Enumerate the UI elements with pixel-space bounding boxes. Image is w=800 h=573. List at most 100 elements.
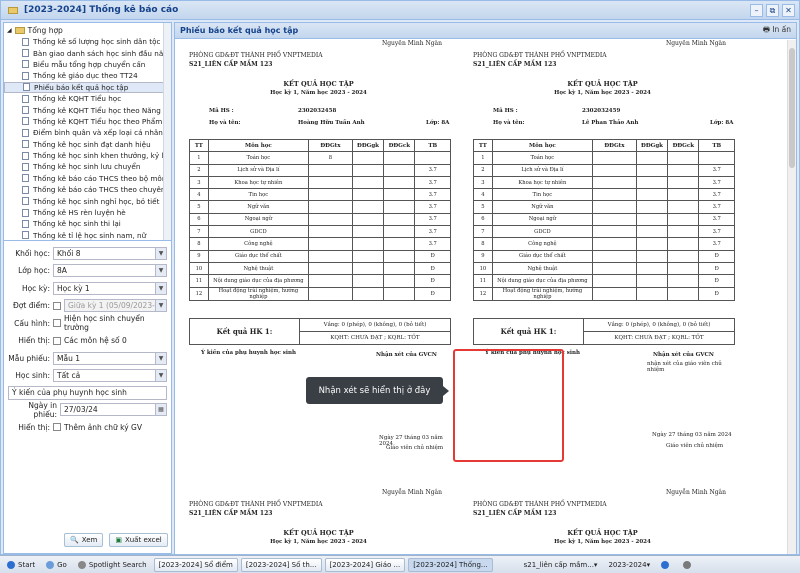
- print-date-input[interactable]: 27/03/24 ▦: [60, 403, 167, 416]
- tree-item[interactable]: Thống kê giáo dục theo TT24: [4, 70, 171, 81]
- tb-score: 3.7: [414, 212, 451, 227]
- spotlight-button[interactable]: Spotlight Search: [74, 558, 151, 572]
- tree-item[interactable]: Thống kê tỉ lệ học sinh nam, nữ: [4, 230, 171, 240]
- tree-item[interactable]: Thống kê học sinh đạt danh hiệu: [4, 139, 171, 150]
- report-subtitle: Học kỳ 1, Năm học 2023 - 2024: [270, 90, 367, 96]
- org-name: PHÒNG GD&ĐT THÀNH PHỐ VNPTMEDIA: [473, 52, 607, 59]
- parent-opinion-label: Ý kiến của phụ huynh học sinh: [201, 350, 296, 356]
- taskbar: Start Go Spotlight Search [2023-2024] Sổ…: [0, 555, 800, 573]
- lop-select[interactable]: 8A ▼: [53, 264, 167, 277]
- table-row: 4 Tin học 3.7: [473, 188, 735, 202]
- tree-root[interactable]: ◢ Tổng hợp: [4, 25, 171, 36]
- export-excel-button[interactable]: ▣ Xuất excel: [109, 533, 168, 547]
- signer-name: Nguyễn Minh Ngân: [381, 40, 442, 47]
- chevron-down-icon[interactable]: ▼: [155, 282, 166, 294]
- signer-name: Nguyễn Minh Ngân: [381, 489, 442, 496]
- chevron-down-icon[interactable]: ▼: [155, 370, 166, 381]
- task-giao[interactable]: [2023-2024] Giáo ...: [324, 557, 406, 572]
- parent-opinion-input[interactable]: Ý kiến của phụ huynh học sinh: [8, 385, 167, 400]
- signature-checkbox[interactable]: [53, 423, 61, 431]
- preview-scrollbar[interactable]: [787, 40, 796, 554]
- chevron-down-icon[interactable]: ▼: [155, 247, 166, 259]
- result-summary: Kết quả HK 1: Vắng: 0 (phép), 0 (không), …: [189, 318, 451, 345]
- print-button[interactable]: 🖶 In ấn: [763, 24, 791, 37]
- restore-icon[interactable]: ⧉: [766, 3, 779, 17]
- tree-item[interactable]: Thống kê KQHT Tiểu học theo Phẩm c...: [4, 116, 171, 127]
- go-button[interactable]: Go: [42, 558, 71, 572]
- school-selector[interactable]: s21_liên cấp mầm... ▾: [520, 558, 602, 572]
- student-name: Lê Phan Thảo Anh: [582, 120, 639, 126]
- dotdiem-checkbox[interactable]: [53, 301, 61, 310]
- task-soth[interactable]: [2023-2024] Số th...: [240, 557, 322, 572]
- tree-item[interactable]: Phiếu báo kết quả học tập: [4, 81, 171, 93]
- table-row: 12 Hoạt động trải nghiệm, hướng nghiệp Đ: [189, 286, 451, 301]
- grades-header: ĐĐGck: [667, 138, 700, 153]
- tree-item[interactable]: Thống kê báo cáo THCS theo bộ môn: [4, 173, 171, 184]
- table-row: 8 Công nghệ 3.7: [189, 237, 451, 251]
- table-row: 12 Hoạt động trải nghiệm, hướng nghiệp Đ: [473, 286, 735, 301]
- year-selector[interactable]: 2023-2024 ▾: [604, 558, 654, 572]
- org-name: PHÒNG GD&ĐT THÀNH PHỐ VNPTMEDIA: [189, 52, 323, 59]
- tree-item[interactable]: Thống kê KQHT Tiểu học: [4, 93, 171, 104]
- tree-item[interactable]: Thống kê học sinh lưu chuyển: [4, 161, 171, 172]
- subject-name: Công nghệ: [491, 237, 594, 251]
- teacher-label: Giáo viên chủ nhiệm: [666, 443, 724, 449]
- grades-header: ĐĐGgk: [351, 138, 385, 153]
- table-row: 3 Khoa học tự nhiên 3.7: [189, 175, 451, 190]
- printer-icon: 🖶: [762, 25, 770, 34]
- gvcn-comment-placeholder: nhận xét của giáo viên chủ nhiệm: [647, 361, 722, 373]
- khoi-select[interactable]: Khối 8 ▼: [53, 246, 167, 260]
- view-button[interactable]: 🔍 Xem: [64, 533, 104, 547]
- tb-score: Đ: [414, 286, 451, 301]
- tree-item[interactable]: Thống kê học sinh thi lại: [4, 218, 171, 229]
- close-icon[interactable]: ✕: [782, 3, 795, 17]
- table-row: 1 Toán học: [473, 151, 735, 165]
- tree-item[interactable]: Thống kê số lượng học sinh dân tộc: [4, 36, 171, 47]
- transfer-checkbox-label: Hiện học sinh chuyển trường: [64, 314, 145, 332]
- chevron-down-icon[interactable]: ▼: [155, 300, 166, 311]
- mahs-value: 2302032459: [582, 108, 621, 114]
- khoi-label: Khối học:: [15, 248, 50, 258]
- chevron-down-icon[interactable]: ▼: [155, 265, 166, 276]
- transfer-checkbox[interactable]: [53, 319, 61, 327]
- table-row: 5 Ngữ văn 3.7: [189, 200, 451, 214]
- task-thongke[interactable]: [2023-2024] Thống...: [408, 557, 493, 572]
- user-icon[interactable]: [679, 558, 698, 572]
- report-subtitle: Học kỳ 1, Năm học 2023 - 2024: [554, 90, 651, 96]
- tb-score: 3.7: [414, 188, 451, 202]
- grades-header: Môn học: [207, 138, 310, 153]
- report-tree: ◢ Tổng hợp Thống kê số lượng học sinh dân…: [4, 23, 171, 241]
- signature-checkbox-label: Thêm ảnh chữ ký GV: [64, 422, 142, 432]
- hocsinh-select[interactable]: Tất cả ▼: [53, 369, 167, 382]
- tree-item[interactable]: Thống kê HS rèn luyện hè: [4, 207, 171, 218]
- calendar-icon[interactable]: ▦: [155, 404, 166, 415]
- info-icon[interactable]: [657, 558, 676, 572]
- dotdiem-select[interactable]: Giữa kỳ 1 (05/09/2023->1 ▼: [64, 299, 167, 312]
- date-text: Ngày 27 tháng 03 năm 2024: [652, 432, 732, 438]
- start-button[interactable]: Start: [3, 558, 39, 572]
- tree-item[interactable]: Thống kê KQHT Tiểu học theo Năng lực: [4, 104, 171, 115]
- task-sodiem[interactable]: [2023-2024] Sổ điểm: [153, 557, 238, 572]
- coef0-checkbox[interactable]: [53, 336, 61, 345]
- left-panel: ◢ Tổng hợp Thống kê số lượng học sinh dân…: [3, 22, 172, 554]
- tree-item[interactable]: Bàn giao danh sách học sinh đầu năm: [4, 47, 171, 58]
- tb-score: Đ: [698, 286, 735, 301]
- tree-item[interactable]: Thống kê học sinh nghỉ học, bỏ tiết: [4, 195, 171, 206]
- school-name: S21_LIÊN CẤP MẦM 123: [473, 61, 557, 68]
- tree-item[interactable]: Thống kê học sinh khen thưởng, kỷ luật: [4, 150, 171, 161]
- hocky-select[interactable]: Học kỳ 1 ▼: [53, 281, 167, 295]
- maupieu-select[interactable]: Mẫu 1 ▼: [53, 351, 167, 365]
- tree-scrollbar[interactable]: [163, 23, 171, 240]
- minimize-icon[interactable]: –: [750, 3, 763, 17]
- document-icon: [22, 71, 29, 80]
- tree-item[interactable]: Biểu mẫu tổng hợp chuyển cấn: [4, 59, 171, 70]
- grades-header: TB: [698, 138, 735, 153]
- report-preview: Nguyễn Minh Ngân PHÒNG GD&ĐT THÀNH PHỐ VN…: [175, 40, 788, 554]
- document-icon: [22, 37, 29, 46]
- lop-label: Lớp học:: [18, 266, 50, 275]
- tb-score: 3.7: [414, 200, 451, 214]
- tree-item[interactable]: Điểm bình quân và xếp loại cá nhân: [4, 127, 171, 138]
- chevron-down-icon[interactable]: ▼: [155, 352, 166, 364]
- tree-item[interactable]: Thống kê báo cáo THCS theo chuyên ...: [4, 184, 171, 195]
- subject-name: Nghệ thuật: [491, 261, 594, 276]
